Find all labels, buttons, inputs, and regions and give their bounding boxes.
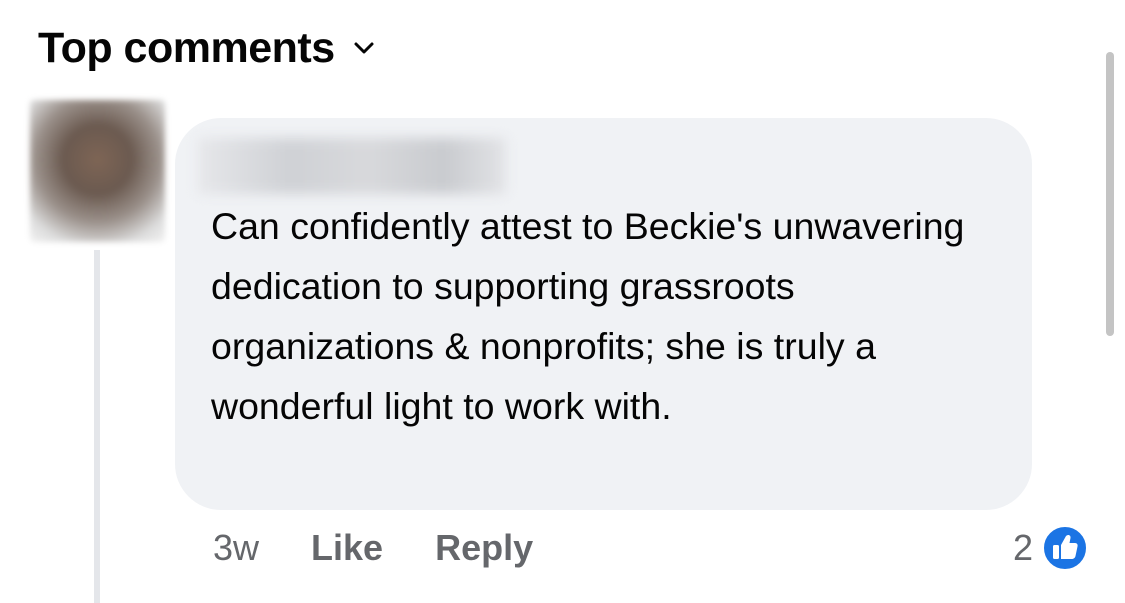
avatar[interactable] [30, 100, 165, 242]
thumbs-up-icon [1041, 524, 1089, 572]
author-name[interactable] [198, 138, 506, 194]
comment-text: Can confidently attest to Beckie's unwav… [211, 205, 965, 427]
comment-sort-dropdown[interactable]: Top comments [38, 22, 375, 74]
reaction-count: 2 [1012, 527, 1033, 568]
chevron-down-icon [353, 41, 375, 55]
comment-timestamp[interactable]: 3w [213, 527, 259, 569]
reply-button[interactable]: Reply [435, 527, 533, 569]
comment-actions: 3w Like Reply [213, 525, 585, 571]
like-button[interactable]: Like [311, 527, 383, 569]
scrollbar[interactable] [1106, 52, 1114, 336]
sort-label: Top comments [38, 24, 335, 72]
comments-section: Top comments Can confidently attest to B… [0, 0, 1125, 603]
reply-thread-line [94, 250, 100, 603]
reaction-summary[interactable]: 2 [1013, 523, 1089, 573]
